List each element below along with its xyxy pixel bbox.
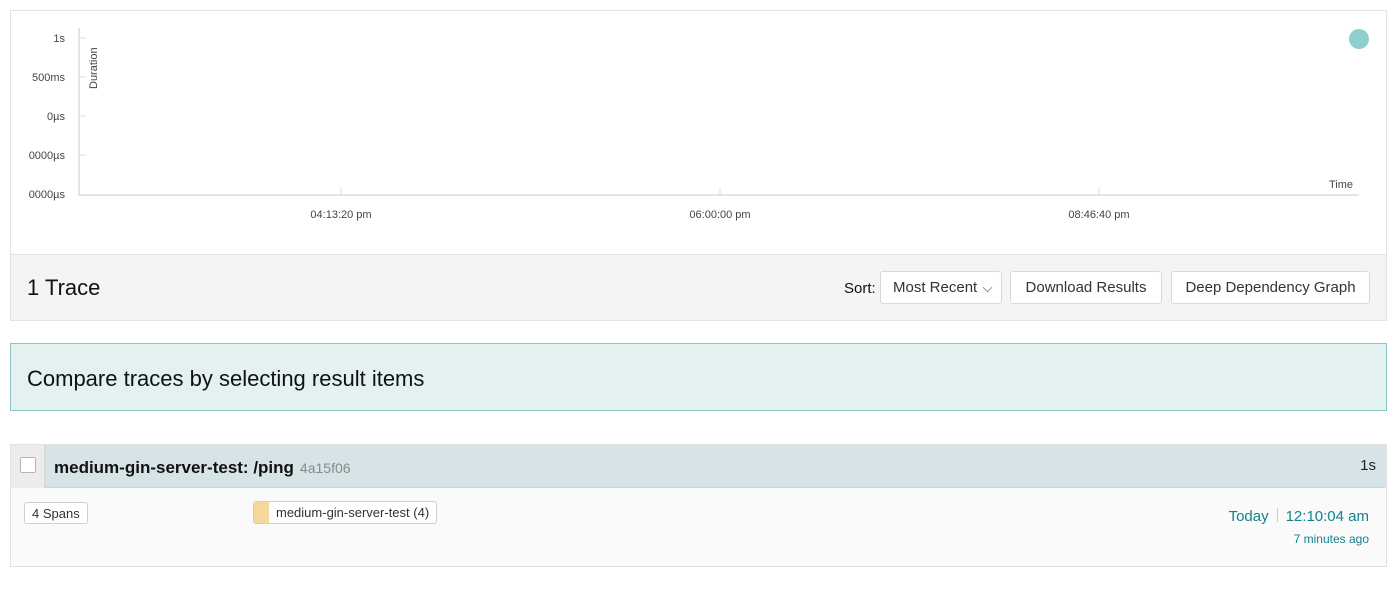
y-tick-label: 0µs (47, 111, 65, 123)
x-tick-label: 06:00:00 pm (689, 209, 750, 221)
sort-label: Sort: (844, 280, 876, 297)
trace-scatter-plot: 1s 500ms 0µs 0000µs 0000µs Duration 04:1… (11, 11, 1386, 254)
select-cell (11, 445, 45, 488)
compare-traces-banner: Compare traces by selecting result items (10, 343, 1387, 411)
trace-count: 1 Trace (27, 275, 101, 300)
sort-select-value: Most Recent (893, 279, 978, 296)
y-tick-label: 0000µs (29, 189, 66, 201)
service-color-swatch (254, 502, 269, 523)
trace-result-body: 4 Spans medium-gin-server-test (4) Today… (11, 488, 1386, 566)
select-trace-checkbox[interactable] (20, 457, 36, 473)
trace-id: 4a15f06 (299, 460, 351, 476)
trace-result-header[interactable]: medium-gin-server-test: /ping 4a15f06 1s (11, 445, 1386, 488)
trace-data-point[interactable] (1349, 29, 1369, 49)
chevron-down-icon (982, 282, 993, 293)
trace-title[interactable]: medium-gin-server-test: /ping 4a15f06 (54, 458, 351, 478)
trace-time: 12:10:04 am (1285, 508, 1369, 525)
trace-relative-time: 7 minutes ago (1293, 532, 1369, 546)
sort-select[interactable]: Most Recent (880, 271, 1002, 304)
service-tag: medium-gin-server-test (4) (253, 501, 438, 524)
x-axis-title: Time (1329, 179, 1353, 191)
trace-result-item[interactable]: medium-gin-server-test: /ping 4a15f06 1s … (10, 444, 1387, 567)
y-tick-label: 1s (53, 33, 65, 45)
y-axis-title: Duration (88, 47, 100, 89)
y-tick-label: 500ms (32, 72, 66, 84)
span-count-badge: 4 Spans (24, 502, 88, 524)
compare-message: Compare traces by selecting result items (27, 366, 425, 391)
download-results-button[interactable]: Download Results (1010, 271, 1162, 304)
scatter-plot-panel: 1s 500ms 0µs 0000µs 0000µs Duration 04:1… (10, 10, 1387, 321)
service-tag-label: medium-gin-server-test (4) (276, 505, 430, 520)
trace-name: medium-gin-server-test: /ping (54, 458, 294, 477)
trace-duration: 1s (1360, 457, 1376, 474)
scatter-plot-svg: 1s 500ms 0µs 0000µs 0000µs Duration 04:1… (29, 28, 1369, 221)
trace-date: Today (1228, 508, 1269, 525)
x-tick-label: 04:13:20 pm (310, 209, 371, 221)
x-tick-label: 08:46:40 pm (1068, 209, 1129, 221)
results-header: 1 Trace Sort: Most Recent Download Resul… (11, 254, 1386, 320)
deep-dependency-graph-button[interactable]: Deep Dependency Graph (1171, 271, 1370, 304)
trace-start-time: Today 12:10:04 am (1229, 508, 1369, 525)
y-tick-label: 0000µs (29, 150, 66, 162)
date-separator (1276, 508, 1278, 522)
